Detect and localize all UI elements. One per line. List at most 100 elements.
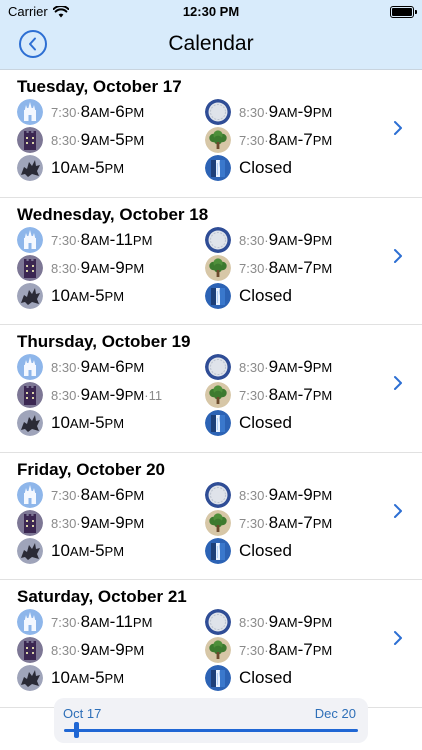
chevron-right-icon[interactable] bbox=[393, 630, 403, 651]
park-hours-entry: 7:30· 8AM-7PM bbox=[205, 637, 332, 663]
tower-park-icon bbox=[17, 637, 43, 663]
early-entry-time: 7:30· bbox=[239, 133, 269, 148]
waterfall-park-icon bbox=[205, 410, 231, 436]
tower-park-icon bbox=[17, 127, 43, 153]
park-hours: Closed bbox=[239, 413, 292, 433]
day-row[interactable]: Wednesday, October 18 7:30· 8AM-11PM 8:30· 9… bbox=[0, 198, 422, 325]
park-hours-entry: 8:30· 9AM-5PM bbox=[17, 127, 144, 153]
park-hours-entry: Closed bbox=[205, 282, 292, 309]
main-hours: 9AM-9PM bbox=[268, 357, 333, 376]
slider-end-label: Dec 20 bbox=[314, 706, 356, 721]
day-title: Saturday, October 21 bbox=[17, 587, 187, 606]
early-entry-time: 8:30· bbox=[51, 133, 81, 148]
chevron-right-icon[interactable] bbox=[393, 375, 403, 396]
park-hours: 7:30· 8AM-6PM bbox=[51, 102, 144, 122]
tree-park-icon bbox=[205, 509, 231, 536]
early-entry-time: 8:30· bbox=[51, 515, 81, 531]
park-hours: 7:30· 8AM-7PM bbox=[239, 385, 332, 405]
extended-hours-time: ·11 bbox=[144, 388, 163, 403]
dragon-park-icon bbox=[17, 537, 43, 564]
main-hours: 8AM-7PM bbox=[268, 512, 333, 532]
main-hours: 9AM-9PM bbox=[80, 385, 145, 404]
castle-park-icon bbox=[17, 609, 43, 635]
slider-thumb[interactable] bbox=[74, 722, 79, 738]
day-title: Thursday, October 19 bbox=[17, 332, 191, 351]
early-entry-time: 7:30· bbox=[239, 260, 269, 276]
park-hours-entry: Closed bbox=[205, 155, 292, 181]
park-hours: 7:30· 8AM-11PM bbox=[51, 612, 152, 632]
early-entry-time: 8:30· bbox=[239, 232, 269, 248]
park-hours: 7:30· 8AM-7PM bbox=[239, 513, 332, 533]
park-hours: 7:30· 8AM-7PM bbox=[239, 640, 332, 660]
waterfall-park-icon bbox=[205, 155, 231, 181]
park-hours: 8:30· 9AM-9PM bbox=[239, 102, 332, 122]
main-hours: 8AM-7PM bbox=[268, 130, 333, 149]
castle-park-icon bbox=[17, 354, 43, 380]
main-hours: 9AM-9PM bbox=[268, 229, 333, 249]
early-entry-time: 7:30· bbox=[239, 388, 269, 403]
park-hours-entry: 10AM-5PM bbox=[17, 537, 124, 564]
park-hours-entry: 8:30· 9AM-9PM bbox=[205, 354, 332, 380]
park-hours-entry: 7:30· 8AM-7PM bbox=[205, 127, 332, 153]
chevron-right-icon[interactable] bbox=[393, 248, 403, 269]
day-row[interactable]: Friday, October 20 7:30· 8AM-6PM 8:30· 9AM-9… bbox=[0, 453, 422, 580]
nav-bar: Calendar bbox=[0, 24, 422, 70]
tree-park-icon bbox=[205, 127, 231, 153]
park-hours-entry: 10AM-5PM bbox=[17, 665, 124, 691]
slider-track[interactable] bbox=[64, 729, 358, 732]
park-hours: 8:30· 9AM-6PM bbox=[51, 357, 144, 377]
park-hours: 10AM-5PM bbox=[51, 158, 124, 178]
day-title: Tuesday, October 17 bbox=[17, 77, 182, 96]
main-hours: Closed bbox=[239, 158, 292, 177]
day-row[interactable]: Saturday, October 21 7:30· 8AM-11PM 8:30· 9A… bbox=[0, 580, 422, 708]
main-hours: 8AM-6PM bbox=[80, 102, 145, 121]
chevron-right-icon[interactable] bbox=[393, 503, 403, 524]
park-hours: 8:30· 9AM-9PM bbox=[239, 485, 332, 505]
main-hours: 8AM-7PM bbox=[268, 640, 333, 659]
chevron-right-icon[interactable] bbox=[393, 120, 403, 141]
park-hours: 7:30· 8AM-7PM bbox=[239, 130, 332, 150]
day-row[interactable]: Thursday, October 19 8:30· 9AM-6PM 8:30· 9AM… bbox=[0, 325, 422, 453]
park-hours: 10AM-5PM bbox=[51, 541, 124, 561]
page-title: Calendar bbox=[168, 32, 254, 55]
early-entry-time: 7:30· bbox=[51, 487, 81, 503]
day-list: Tuesday, October 17 7:30· 8AM-6PM 8:30· 9AM-… bbox=[0, 70, 422, 708]
early-entry-time: 7:30· bbox=[239, 515, 269, 531]
globe-park-icon bbox=[205, 609, 231, 635]
park-hours: 7:30· 8AM-11PM bbox=[51, 230, 152, 250]
main-hours: 10AM-5PM bbox=[51, 668, 125, 687]
waterfall-park-icon bbox=[205, 282, 231, 309]
main-hours: 9AM-9PM bbox=[80, 640, 145, 659]
park-hours: 8:30· 9AM-9PM ·11 bbox=[51, 385, 162, 405]
day-title: Friday, October 20 bbox=[17, 459, 166, 479]
date-range-slider[interactable]: Oct 17 Dec 20 bbox=[54, 698, 368, 743]
castle-park-icon bbox=[17, 481, 43, 508]
park-hours: 8:30· 9AM-5PM bbox=[51, 130, 144, 150]
main-hours: Closed bbox=[239, 413, 292, 432]
early-entry-time: 8:30· bbox=[51, 260, 81, 276]
main-hours: 10AM-5PM bbox=[51, 540, 125, 560]
park-hours-entry: 7:30· 8AM-7PM bbox=[205, 254, 332, 281]
dragon-park-icon bbox=[17, 155, 43, 181]
main-hours: Closed bbox=[239, 540, 292, 560]
tower-park-icon bbox=[17, 509, 43, 536]
main-hours: 8AM-6PM bbox=[80, 484, 145, 504]
dragon-park-icon bbox=[17, 282, 43, 309]
tree-park-icon bbox=[205, 254, 231, 281]
early-entry-time: 7:30· bbox=[51, 105, 81, 120]
park-hours-entry: Closed bbox=[205, 537, 292, 564]
dragon-park-icon bbox=[17, 665, 43, 691]
globe-park-icon bbox=[205, 481, 231, 508]
park-hours: 8:30· 9AM-9PM bbox=[239, 612, 332, 632]
tree-park-icon bbox=[205, 637, 231, 663]
main-hours: Closed bbox=[239, 285, 292, 305]
main-hours: 8AM-11PM bbox=[80, 229, 153, 249]
day-row[interactable]: Tuesday, October 17 7:30· 8AM-6PM 8:30· 9AM-… bbox=[0, 70, 422, 198]
park-hours: 10AM-5PM bbox=[51, 668, 124, 688]
park-hours: Closed bbox=[239, 286, 292, 306]
waterfall-park-icon bbox=[205, 665, 231, 691]
park-hours: 8:30· 9AM-9PM bbox=[51, 258, 144, 278]
park-hours-entry: 8:30· 9AM-9PM bbox=[17, 254, 144, 281]
park-hours: 7:30· 8AM-6PM bbox=[51, 485, 144, 505]
park-hours-entry: 7:30· 8AM-6PM bbox=[17, 99, 144, 125]
